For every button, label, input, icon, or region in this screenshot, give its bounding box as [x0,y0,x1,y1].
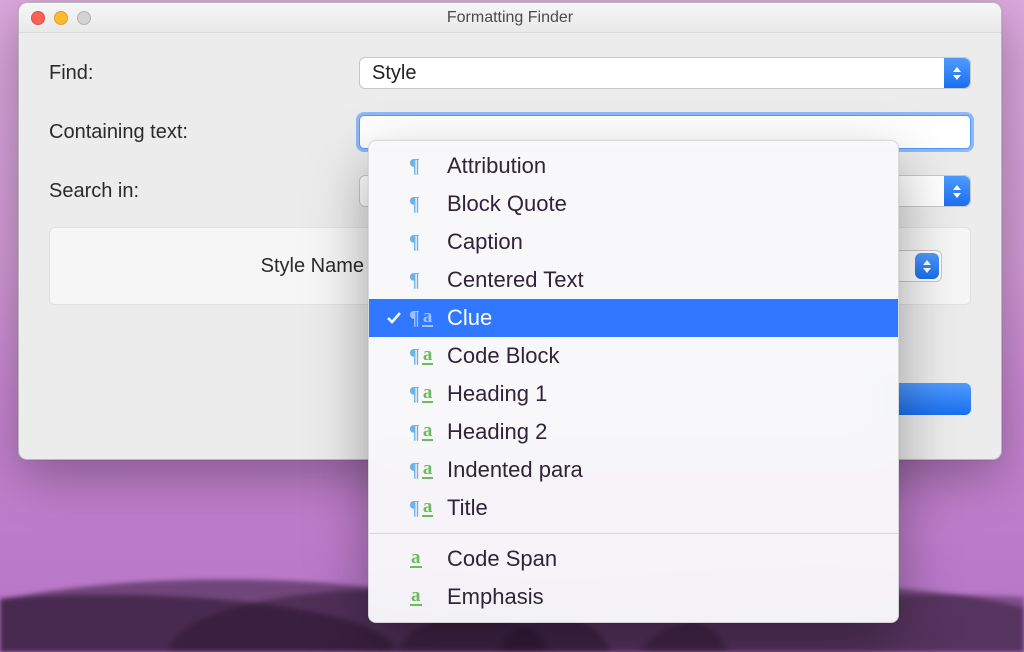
stepper-arrows-icon [944,58,970,88]
dropdown-item[interactable]: ¶ Centered Text [369,261,898,299]
checkmark-icon [383,421,405,443]
dropdown-item[interactable]: ¶a Code Block [369,337,898,375]
dropdown-item[interactable]: ¶a Heading 2 [369,413,898,451]
paragraph-and-character-style-icon: ¶a [409,459,439,482]
dropdown-item-label: Title [447,495,882,521]
character-style-icon: a [409,550,439,568]
dropdown-item[interactable]: a Code Span [369,540,898,578]
dropdown-item-label: Heading 1 [447,381,882,407]
checkmark-icon [383,307,405,329]
window-controls [19,11,91,25]
paragraph-and-character-style-icon: ¶a [409,345,439,368]
style-name-label: Style Name [78,255,364,278]
dropdown-item[interactable]: ¶ Attribution [369,147,898,185]
paragraph-style-icon: ¶ [409,155,439,178]
checkmark-icon [383,497,405,519]
checkmark-icon [383,269,405,291]
paragraph-and-character-style-icon: ¶a [409,383,439,406]
find-row: Find: Style [49,57,971,89]
paragraph-and-character-style-icon: ¶a [409,421,439,444]
checkmark-icon [383,231,405,253]
dropdown-item-label: Emphasis [447,584,882,610]
paragraph-and-character-style-icon: ¶a [409,307,439,330]
checkmark-icon [383,345,405,367]
dropdown-item-label: Attribution [447,153,882,179]
search-in-label: Search in: [49,180,359,203]
dropdown-item[interactable]: a Emphasis [369,578,898,616]
find-label: Find: [49,62,359,85]
dropdown-item-label: Heading 2 [447,419,882,445]
character-style-icon: a [409,588,439,606]
find-select-value: Style [372,62,416,85]
dropdown-item-label: Clue [447,305,882,331]
checkmark-icon [383,383,405,405]
dropdown-item[interactable]: ¶a Indented para [369,451,898,489]
dropdown-item[interactable]: ¶a Heading 1 [369,375,898,413]
dropdown-item[interactable]: ¶a Title [369,489,898,527]
find-select[interactable]: Style [359,57,971,89]
dropdown-item-label: Code Block [447,343,882,369]
stepper-arrows-icon [915,253,939,279]
dropdown-item-label: Block Quote [447,191,882,217]
checkmark-icon [383,459,405,481]
window-title: Formatting Finder [19,9,1001,27]
paragraph-style-icon: ¶ [409,231,439,254]
paragraph-and-character-style-icon: ¶a [409,497,439,520]
paragraph-style-icon: ¶ [409,269,439,292]
dropdown-item[interactable]: ¶ Caption [369,223,898,261]
containing-text-label: Containing text: [49,121,359,144]
paragraph-style-icon: ¶ [409,193,439,216]
zoom-window-button[interactable] [77,11,91,25]
titlebar: Formatting Finder [19,3,1001,33]
dropdown-item[interactable]: ¶ Block Quote [369,185,898,223]
checkmark-icon [383,586,405,608]
dropdown-item-label: Indented para [447,457,882,483]
minimize-window-button[interactable] [54,11,68,25]
close-window-button[interactable] [31,11,45,25]
checkmark-icon [383,548,405,570]
checkmark-icon [383,193,405,215]
dropdown-item-label: Centered Text [447,267,882,293]
dropdown-item-label: Code Span [447,546,882,572]
stepper-arrows-icon [944,176,970,206]
style-name-dropdown[interactable]: ¶ Attribution ¶ Block Quote ¶ Caption ¶ Centere… [368,140,899,623]
checkmark-icon [383,155,405,177]
dropdown-item-label: Caption [447,229,882,255]
dropdown-separator [369,533,898,534]
dropdown-item[interactable]: ¶a Clue [369,299,898,337]
